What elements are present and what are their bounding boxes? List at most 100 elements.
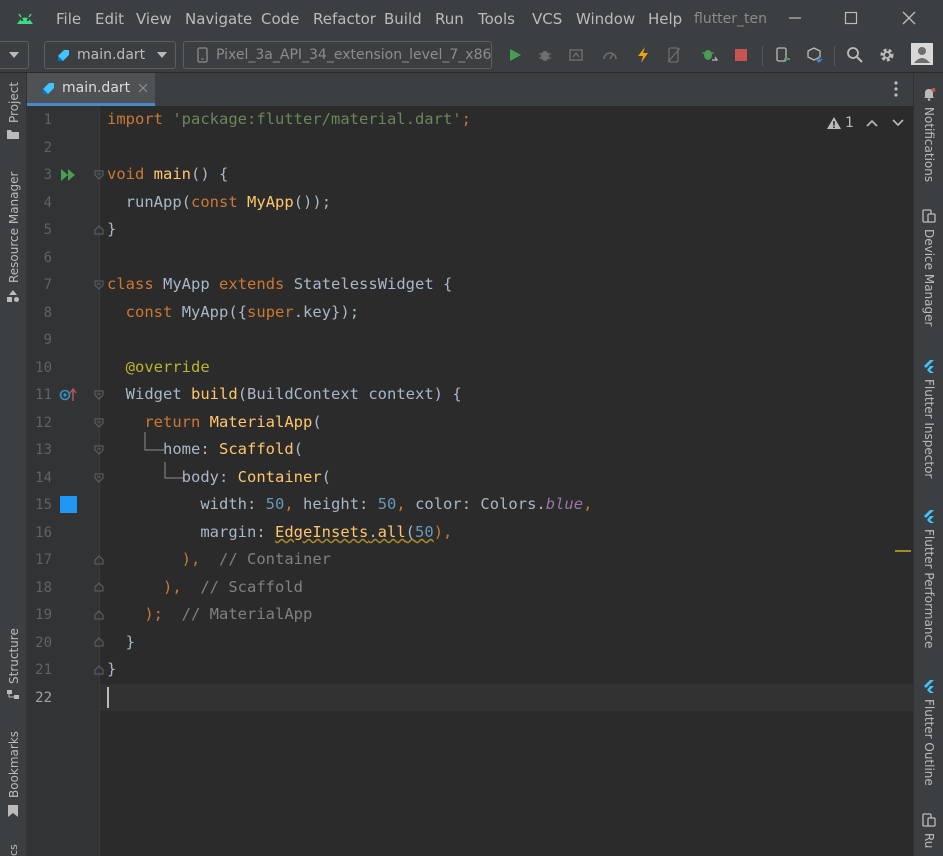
search-button[interactable] — [845, 45, 865, 65]
warning-count: 1 — [845, 115, 854, 131]
device-manager-icon — [922, 209, 936, 223]
code-line-11: Widget build(BuildContext context) { — [125, 385, 462, 403]
line-number: 9 — [43, 332, 52, 348]
settings-button[interactable] — [877, 45, 897, 65]
bug-sync-icon — [702, 50, 718, 61]
line-number: 20 — [35, 635, 52, 651]
close-window-button[interactable] — [897, 6, 921, 30]
flutter-performance-tool-button[interactable]: Flutter Performance — [914, 503, 943, 663]
maximize-icon — [844, 11, 858, 25]
menu-window[interactable]: Window — [576, 10, 635, 28]
override-gutter-icon[interactable] — [59, 387, 77, 403]
debug-attach-button[interactable] — [699, 45, 719, 65]
profiler-icon — [569, 49, 583, 61]
bottom-tool-label-cut[interactable]: cs — [7, 844, 20, 856]
dart-icon — [58, 50, 69, 61]
project-tool-button[interactable]: Project — [0, 73, 26, 145]
menu-refactor[interactable]: Refactor — [313, 10, 376, 28]
fold-marker-icon[interactable] — [94, 225, 104, 235]
fold-marker-icon[interactable] — [94, 390, 104, 400]
toolbar-left-dropdown[interactable] — [0, 41, 29, 69]
fold-marker-icon[interactable] — [94, 555, 104, 565]
chevron-up-icon[interactable] — [866, 119, 878, 127]
chevron-down-icon[interactable] — [892, 119, 904, 127]
fold-marker-icon[interactable] — [94, 473, 104, 483]
fold-marker-icon[interactable] — [94, 665, 104, 675]
menu-view[interactable]: View — [136, 10, 172, 28]
menu-navigate[interactable]: Navigate — [185, 10, 252, 28]
code-line-7: class MyApp extends StatelessWidget { — [107, 275, 453, 293]
maximize-button[interactable] — [839, 6, 863, 30]
hot-reload-button[interactable] — [633, 45, 653, 65]
menu-vcs[interactable]: VCS — [532, 10, 562, 28]
stop-button[interactable] — [731, 45, 751, 65]
run-config-combo[interactable]: main.dart — [44, 41, 176, 69]
tab-main-dart[interactable]: main.dart — [27, 73, 155, 106]
attach-button[interactable] — [600, 45, 620, 65]
fold-marker-icon[interactable] — [94, 582, 104, 592]
line-number: 21 — [35, 662, 52, 678]
debug-button[interactable] — [535, 45, 555, 65]
run-main-gutter-icon[interactable] — [60, 168, 78, 182]
code-line-3: void main() { — [107, 165, 229, 183]
code-line-19: ); // MaterialApp — [144, 605, 313, 623]
device-manager-tool-button[interactable]: Device Manager — [914, 203, 943, 333]
flutter-inspector-label: Flutter Inspector — [922, 379, 936, 479]
menu-file[interactable]: File — [56, 10, 81, 28]
toolbar-divider — [762, 46, 763, 66]
line-number: 12 — [35, 415, 52, 431]
lightning-icon — [638, 47, 648, 63]
android-studio-logo-icon — [17, 13, 33, 24]
code-line-12: return MaterialApp( — [144, 413, 322, 431]
fold-marker-icon[interactable] — [94, 280, 104, 290]
color-swatch-gutter-icon[interactable] — [60, 496, 77, 513]
fold-marker-icon[interactable] — [94, 637, 104, 647]
phone-icon — [197, 47, 208, 63]
fold-marker-icon[interactable] — [94, 418, 104, 428]
flutter-inspector-tool-button[interactable]: Flutter Inspector — [914, 353, 943, 483]
fold-marker-icon[interactable] — [94, 445, 104, 455]
minimize-button[interactable] — [783, 6, 807, 30]
fold-marker-icon[interactable] — [94, 170, 104, 180]
fold-marker-icon[interactable] — [94, 610, 104, 620]
profile-button[interactable] — [566, 45, 586, 65]
apply-changes-button[interactable] — [664, 45, 684, 65]
menu-code[interactable]: Code — [261, 10, 299, 28]
menu-run[interactable]: Run — [435, 10, 464, 28]
line-number: 8 — [43, 305, 52, 321]
code-line-4: runApp(const MyApp()); — [125, 193, 332, 211]
scrollbar-warning-marker[interactable] — [895, 550, 911, 552]
menu-edit[interactable]: Edit — [95, 10, 124, 28]
flutter-outline-tool-button[interactable]: Flutter Outline — [914, 673, 943, 803]
close-tab-icon[interactable] — [138, 83, 148, 93]
run-tool-button[interactable]: Ru — [914, 811, 943, 856]
minimize-icon — [789, 17, 801, 19]
notifications-label: Notifications — [922, 107, 936, 183]
code-line-1: import 'package:flutter/material.dart'; — [107, 110, 471, 128]
line-number: 13 — [35, 442, 52, 458]
device-mirror-button[interactable] — [773, 45, 793, 65]
inspection-widget[interactable]: 1 — [826, 114, 904, 132]
menu-tools[interactable]: Tools — [478, 10, 515, 28]
menu-build[interactable]: Build — [384, 10, 422, 28]
line-number: 6 — [43, 250, 52, 266]
device-combo[interactable]: Pixel_3a_API_34_extension_level_7_x86... — [183, 41, 492, 69]
run-label: Ru — [922, 833, 936, 849]
notifications-tool-button[interactable]: Notifications — [914, 81, 943, 191]
chevron-down-icon — [9, 52, 19, 58]
sdk-manager-button[interactable] — [805, 45, 825, 65]
code-line-8: const MyApp({super.key}); — [125, 303, 360, 321]
bookmarks-tool-button[interactable]: Bookmarks — [0, 728, 26, 828]
code-line-16: margin: EdgeInsets.all(50), — [200, 523, 453, 541]
line-number: 11 — [35, 387, 52, 403]
account-button[interactable] — [911, 43, 933, 65]
line-number: 16 — [35, 525, 52, 541]
more-vertical-icon[interactable] — [893, 81, 899, 97]
device-sync-icon — [776, 47, 790, 62]
menu-help[interactable]: Help — [648, 10, 682, 28]
run-button[interactable] — [505, 45, 525, 65]
bug-icon — [539, 51, 551, 61]
line-number: 10 — [35, 360, 52, 376]
flutter-performance-label: Flutter Performance — [922, 529, 936, 649]
device-manager-label: Device Manager — [922, 229, 936, 327]
